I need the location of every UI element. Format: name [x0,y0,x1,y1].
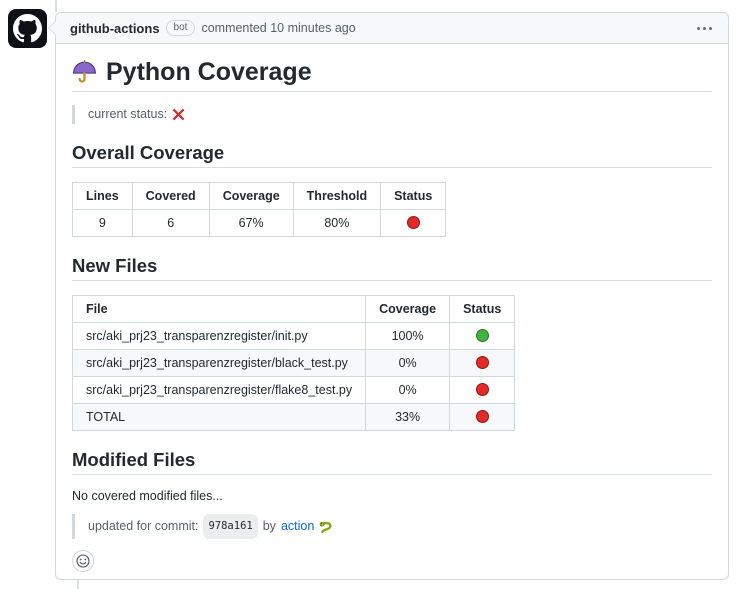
status-cell [450,350,515,377]
table-cell: 33% [366,404,450,431]
comment-caret-inner [49,20,57,36]
table-cell: 67% [209,210,293,237]
status-cell [381,210,446,237]
cross-mark-icon [172,108,185,121]
new-files-table-head: FileCoverageStatus [73,296,515,323]
updated-commit-label: updated for commit: [88,516,198,537]
table-cell: 9 [73,210,133,237]
column-header: File [73,296,366,323]
table-cell: 0% [366,350,450,377]
modified-files-heading: Modified Files [72,451,712,475]
new-files-heading: New Files [72,257,712,281]
table-cell: 100% [366,323,450,350]
column-header: Status [450,296,515,323]
status-dot-red [476,356,489,369]
comment-card: github-actions bot commented 10 minutes … [55,12,729,580]
column-header: Coverage [209,183,293,210]
table-cell: src/aki_prj23_transparenzregister/init.p… [73,323,366,350]
table-cell: TOTAL [73,404,366,431]
report-title-text: Python Coverage [106,59,312,86]
table-row: 9667%80% [73,210,446,237]
table-row: TOTAL33% [73,404,515,431]
status-cell [450,377,515,404]
column-header: Status [381,183,446,210]
by-label: by [263,516,276,537]
status-dot-red [476,410,489,423]
report-title: Python Coverage [72,59,712,92]
smiley-icon [76,554,90,568]
add-reaction-button[interactable] [72,550,94,572]
comment-author[interactable]: github-actions [70,21,160,36]
commit-hash[interactable]: 978a161 [203,514,257,539]
comment-body: Python Coverage current status: Overall … [56,44,728,572]
overall-coverage-table-body: 9667%80% [73,210,446,237]
action-link[interactable]: action [281,516,314,537]
comment-timestamp[interactable]: commented 10 minutes ago [201,21,355,35]
modified-files-empty-text: No covered modified files... [72,489,712,504]
umbrella-icon [72,60,97,85]
current-status-quote: current status: [72,105,712,124]
overall-coverage-table: LinesCoveredCoverageThresholdStatus 9667… [72,182,446,237]
table-row: src/aki_prj23_transparenzregister/flake8… [73,377,515,404]
table-row: src/aki_prj23_transparenzregister/init.p… [73,323,515,350]
overall-coverage-heading: Overall Coverage [72,144,712,168]
table-cell: 80% [293,210,380,237]
bot-badge: bot [166,20,196,36]
status-cell [450,323,515,350]
overall-coverage-table-head: LinesCoveredCoverageThresholdStatus [73,183,446,210]
avatar[interactable] [8,9,47,48]
updated-commit-quote: updated for commit: 978a161 by action [72,514,712,539]
table-row: src/aki_prj23_transparenzregister/black_… [73,350,515,377]
column-header: Covered [132,183,209,210]
status-dot-red [476,383,489,396]
status-dot-green [476,329,489,342]
timeline-connector-bottom [77,580,79,589]
github-octocat-icon [13,14,42,43]
table-cell: 6 [132,210,209,237]
status-cell [450,404,515,431]
snake-icon [319,520,333,534]
column-header: Threshold [293,183,380,210]
table-cell: src/aki_prj23_transparenzregister/flake8… [73,377,366,404]
column-header: Lines [73,183,133,210]
timeline-connector-top [55,0,57,12]
comment-header: github-actions bot commented 10 minutes … [56,13,728,44]
table-cell: src/aki_prj23_transparenzregister/black_… [73,350,366,377]
new-files-table: FileCoverageStatus src/aki_prj23_transpa… [72,295,515,431]
kebab-menu-icon[interactable] [695,25,714,32]
status-dot-red [407,216,420,229]
table-cell: 0% [366,377,450,404]
new-files-table-body: src/aki_prj23_transparenzregister/init.p… [73,323,515,431]
current-status-label: current status: [88,105,167,124]
column-header: Coverage [366,296,450,323]
